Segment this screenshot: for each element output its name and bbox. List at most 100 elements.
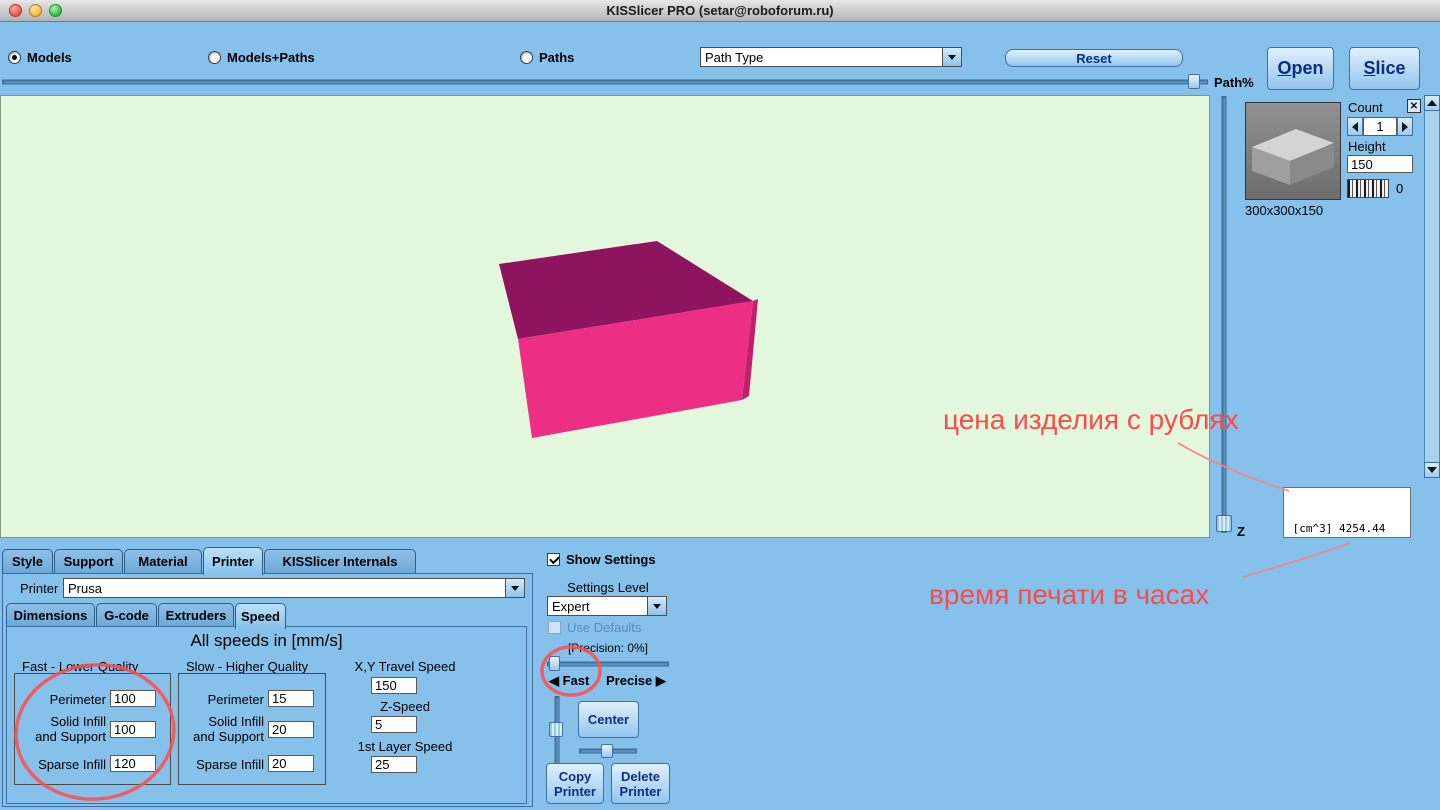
vertical-slider-thumb[interactable] xyxy=(549,722,563,737)
model-close-button[interactable]: ✕ xyxy=(1407,99,1421,113)
copy-printer-button[interactable]: Copy Printer xyxy=(546,763,604,804)
center-button-label: Center xyxy=(588,712,629,727)
mini-slider-thumb[interactable] xyxy=(601,744,613,758)
subtab-extruders[interactable]: Extruders xyxy=(158,603,234,626)
barcode-icon xyxy=(1347,179,1389,198)
radio-icon xyxy=(8,51,21,64)
tab-material[interactable]: Material xyxy=(124,549,202,573)
model-thumbnail[interactable] xyxy=(1245,102,1341,200)
tab-support-label: Support xyxy=(64,554,114,569)
center-button[interactable]: Center xyxy=(578,701,639,738)
open-button-label: Open xyxy=(1277,61,1323,76)
reset-button[interactable]: Reset xyxy=(1005,49,1183,67)
delete-printer-label: Delete Printer xyxy=(620,769,662,799)
tab-printer-label: Printer xyxy=(212,554,254,569)
precision-slider[interactable] xyxy=(547,656,669,671)
travel-speed-input[interactable] xyxy=(371,677,417,694)
fast-sparse-input[interactable] xyxy=(110,755,156,772)
chevron-down-icon[interactable] xyxy=(505,579,524,597)
radio-models[interactable]: Models xyxy=(8,50,72,65)
radio-paths[interactable]: Paths xyxy=(520,50,574,65)
settings-level-combo[interactable]: Expert xyxy=(547,596,667,616)
scroll-down-icon[interactable] xyxy=(1424,462,1440,478)
settings-level-label: Settings Level xyxy=(547,580,669,595)
slow-sparse-input[interactable] xyxy=(268,755,314,772)
scroll-up-icon[interactable] xyxy=(1424,95,1440,111)
viewport-3d[interactable] xyxy=(0,95,1210,538)
tab-style-label: Style xyxy=(12,554,43,569)
printer-label: Printer xyxy=(20,581,58,596)
model-box[interactable] xyxy=(1,96,1209,537)
path-type-value: Path Type xyxy=(701,48,942,66)
radio-icon xyxy=(208,51,221,64)
precision-slider-thumb[interactable] xyxy=(549,656,560,671)
height-label: Height xyxy=(1348,139,1386,154)
tab-material-label: Material xyxy=(138,554,187,569)
radio-icon xyxy=(520,51,533,64)
fast-solid-input[interactable] xyxy=(110,721,156,738)
count-input[interactable] xyxy=(1363,117,1397,136)
checkbox-icon xyxy=(548,621,561,634)
tab-support[interactable]: Support xyxy=(54,549,123,573)
model-thumbnail-box xyxy=(1246,103,1340,199)
scrollbar-track[interactable] xyxy=(1424,95,1440,478)
print-stats-box: [cm^3] 4254.44 [$] 91279.55 [HH:MM] 116:… xyxy=(1283,487,1411,538)
chevron-down-icon[interactable] xyxy=(942,48,961,66)
kisslicer-window: KISSlicer PRO (setar@roboforum.ru) Model… xyxy=(0,0,1440,810)
titlebar: KISSlicer PRO (setar@roboforum.ru) xyxy=(0,0,1440,22)
window-title: KISSlicer PRO (setar@roboforum.ru) xyxy=(0,3,1440,18)
subtab-gcode[interactable]: G-code xyxy=(96,603,157,626)
mini-slider[interactable] xyxy=(579,744,637,758)
mesh-count-value: 0 xyxy=(1396,181,1403,196)
travel-speed-label: X,Y Travel Speed xyxy=(340,659,470,674)
slow-solid-label: Solid Infill and Support xyxy=(172,714,264,744)
slider-track xyxy=(547,661,669,666)
path-percent-slider[interactable] xyxy=(2,74,1208,89)
use-defaults-checkbox[interactable]: Use Defaults xyxy=(548,620,641,635)
fast-sparse-label: Sparse Infill xyxy=(14,757,106,772)
annotation-price-note: цена изделия с рублях xyxy=(943,404,1239,436)
slow-perimeter-input[interactable] xyxy=(268,690,314,707)
tab-kisslicer-internals[interactable]: KISSlicer Internals xyxy=(264,549,416,573)
slice-button[interactable]: Slice xyxy=(1349,47,1420,90)
z-speed-input[interactable] xyxy=(371,716,417,733)
tab-printer[interactable]: Printer xyxy=(203,547,263,575)
z-axis-label: Z xyxy=(1237,524,1245,539)
first-layer-speed-label: 1st Layer Speed xyxy=(340,739,470,754)
settings-level-value: Expert xyxy=(548,597,647,615)
chevron-down-icon[interactable] xyxy=(647,597,666,615)
tab-style[interactable]: Style xyxy=(2,549,53,573)
use-defaults-label: Use Defaults xyxy=(567,620,641,635)
path-type-combo[interactable]: Path Type xyxy=(700,47,962,67)
vertical-adjust-slider[interactable] xyxy=(549,696,564,766)
reset-button-label: Reset xyxy=(1076,51,1111,66)
model-size-label: 300x300x150 xyxy=(1245,203,1323,218)
subtab-extruders-label: Extruders xyxy=(166,608,227,623)
z-slider-thumb[interactable] xyxy=(1216,515,1232,532)
fast-perimeter-label: Perimeter xyxy=(14,692,106,707)
first-layer-speed-input[interactable] xyxy=(371,756,417,773)
count-decrement-icon[interactable] xyxy=(1347,117,1363,136)
count-increment-icon[interactable] xyxy=(1397,117,1413,136)
slider-thumb[interactable] xyxy=(1188,74,1200,89)
z-slider[interactable] xyxy=(1215,96,1233,533)
precise-end-label: Precise ▶ xyxy=(606,673,666,689)
speeds-title: All speeds in [mm/s] xyxy=(6,631,527,651)
fast-perimeter-input[interactable] xyxy=(110,690,156,707)
show-settings-checkbox[interactable]: Show Settings xyxy=(547,552,656,567)
height-input[interactable] xyxy=(1347,155,1413,173)
printer-combo[interactable]: Prusa xyxy=(63,578,525,598)
subtab-speed[interactable]: Speed xyxy=(235,603,286,629)
delete-printer-button[interactable]: Delete Printer xyxy=(611,763,670,804)
slow-solid-input[interactable] xyxy=(268,721,314,738)
fast-end-label: ◀ Fast xyxy=(549,673,589,689)
slow-sparse-label: Sparse Infill xyxy=(178,757,264,772)
radio-models-paths[interactable]: Models+Paths xyxy=(208,50,315,65)
slider-track xyxy=(1222,96,1227,533)
path-percent-label: Path% xyxy=(1214,75,1254,90)
subtab-dimensions[interactable]: Dimensions xyxy=(6,603,95,626)
precision-label: [Precision: 0%] xyxy=(547,641,669,655)
subtab-speed-label: Speed xyxy=(241,609,280,624)
radio-models-label: Models xyxy=(27,50,72,65)
open-button[interactable]: Open xyxy=(1267,47,1334,90)
